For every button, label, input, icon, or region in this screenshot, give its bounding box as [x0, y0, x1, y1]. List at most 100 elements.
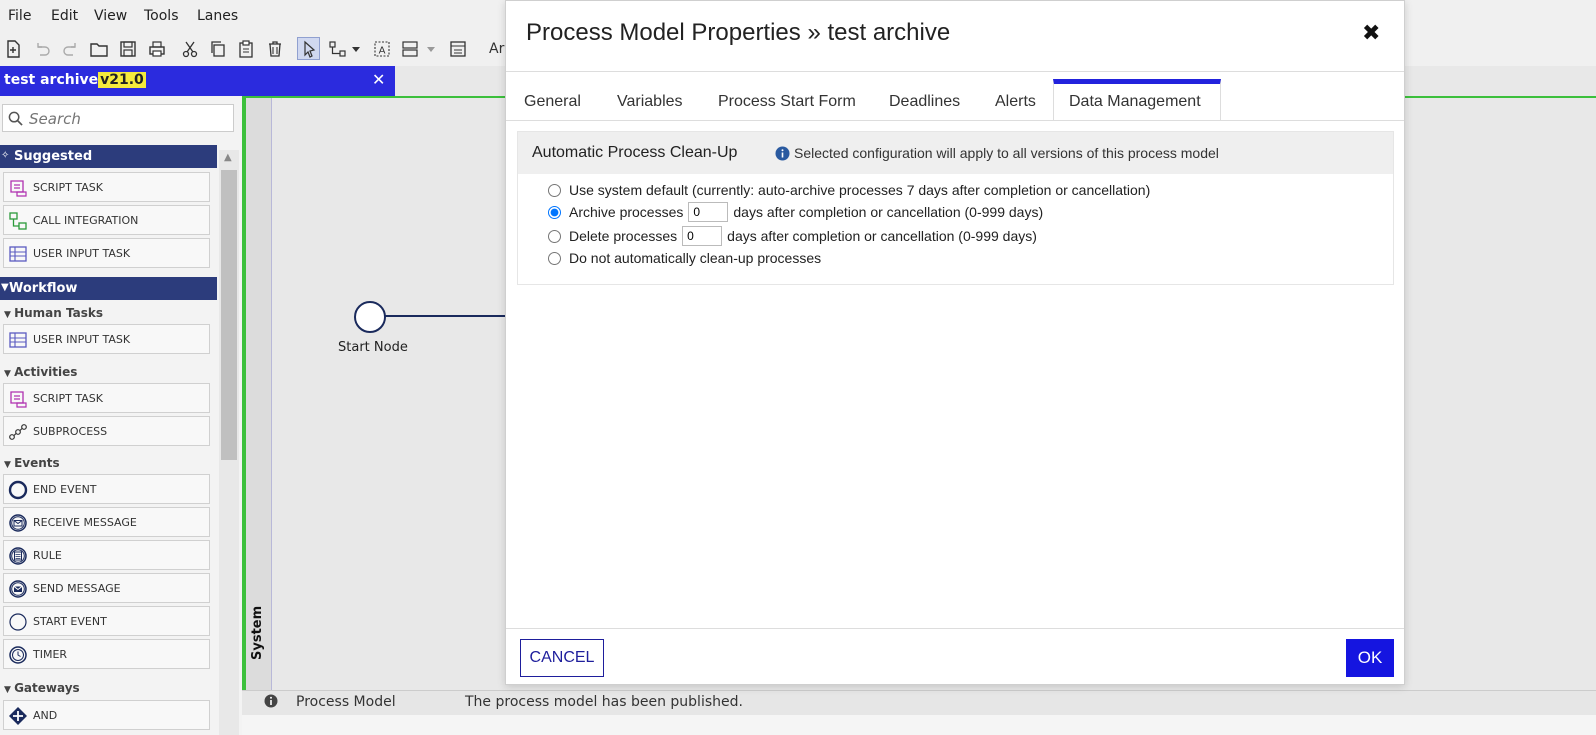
option-delete[interactable]: Delete processes days after completion o… [548, 226, 1037, 246]
ok-button[interactable]: OK [1346, 639, 1394, 677]
palette-subsection-activities[interactable]: ▼ Activities [4, 365, 77, 379]
chevron-down-icon: ▼ [4, 460, 15, 470]
svg-text:A: A [379, 46, 386, 57]
info-icon [775, 146, 790, 161]
option-system-default[interactable]: Use system default (currently: auto-arch… [548, 182, 1150, 198]
sequence-flow[interactable] [385, 315, 505, 317]
lane-header[interactable] [246, 98, 272, 690]
text-annotation-icon[interactable]: A [372, 39, 392, 59]
menu-view[interactable]: View [94, 8, 127, 24]
start-event-icon [8, 612, 28, 632]
subprocess-icon [8, 422, 28, 442]
lanes-icon[interactable] [401, 39, 439, 59]
search-icon [8, 111, 23, 126]
palette-item-call-integration[interactable]: CALL INTEGRATION [3, 205, 210, 235]
cancel-button[interactable]: CANCEL [520, 639, 604, 677]
menu-edit[interactable]: Edit [51, 8, 78, 24]
palette-item-receive-message[interactable]: RECEIVE MESSAGE [3, 507, 210, 537]
and-gateway-icon [8, 706, 28, 726]
open-folder-icon[interactable] [89, 39, 109, 59]
info-icon [264, 694, 278, 708]
properties-icon[interactable] [448, 39, 468, 59]
script-task-icon [8, 178, 28, 198]
radio-delete[interactable] [548, 229, 561, 243]
menu-lanes[interactable]: Lanes [197, 8, 238, 24]
palette-subsection-events[interactable]: ▼ Events [4, 456, 60, 470]
archive-days-input[interactable] [688, 202, 729, 222]
tab-general[interactable]: General [524, 93, 581, 111]
section-title: Automatic Process Clean-Up [532, 144, 738, 161]
option-no-cleanup[interactable]: Do not automatically clean-up processes [548, 250, 821, 266]
document-tab[interactable]: test archive v21.0 ✕ [0, 66, 395, 96]
call-integration-icon [8, 211, 28, 231]
toolbar-truncated-label: Ar [489, 41, 505, 57]
close-icon[interactable]: ✖ [1362, 21, 1380, 46]
script-task-icon [8, 389, 28, 409]
palette-item-user-input-task[interactable]: USER INPUT TASK [3, 238, 210, 268]
tab-alerts[interactable]: Alerts [995, 93, 1036, 111]
palette-item-script-task[interactable]: SCRIPT TASK [3, 383, 210, 413]
process-model-properties-dialog: Process Model Properties » test archive … [505, 0, 1405, 685]
palette-item-and-gateway[interactable]: AND [3, 700, 210, 730]
new-icon[interactable] [3, 39, 23, 59]
palette-section-workflow[interactable]: ▼ Workflow [0, 277, 217, 300]
copy-icon[interactable] [208, 39, 228, 59]
footer-divider [506, 628, 1404, 629]
radio-no-cleanup[interactable] [548, 251, 561, 265]
palette-item-end-event[interactable]: END EVENT [3, 474, 210, 504]
radio-archive[interactable] [548, 205, 561, 219]
palette-item-timer[interactable]: TIMER [3, 639, 210, 669]
palette-item-send-message[interactable]: SEND MESSAGE [3, 573, 210, 603]
chevron-down-icon: ▼ [4, 369, 15, 379]
search-input[interactable] [27, 108, 231, 130]
sparkle-icon: ✧ [1, 150, 10, 161]
scrollbar-thumb[interactable] [221, 170, 237, 460]
cut-icon[interactable] [180, 39, 200, 59]
palette-section-suggested[interactable]: ✧ Suggested [0, 145, 217, 168]
receive-message-icon [8, 513, 28, 533]
save-icon[interactable] [118, 39, 138, 59]
palette-search[interactable] [2, 104, 234, 132]
tab-deadlines[interactable]: Deadlines [889, 93, 960, 111]
delete-days-input[interactable] [682, 226, 723, 246]
user-input-task-icon [8, 244, 28, 264]
menu-tools[interactable]: Tools [144, 8, 179, 24]
user-input-task-icon [8, 330, 28, 350]
section-note: Selected configuration will apply to all… [794, 145, 1219, 161]
start-node[interactable] [354, 301, 386, 333]
scroll-up-icon[interactable]: ▲ [224, 152, 232, 163]
palette-item-rule[interactable]: RULE [3, 540, 210, 570]
document-tab-title: test archive v21.0 [4, 72, 146, 88]
rule-icon [8, 546, 28, 566]
palette-subsection-gateways[interactable]: ▼ Gateways [4, 681, 80, 695]
redo-icon[interactable] [61, 39, 81, 59]
select-pointer-icon[interactable] [297, 37, 320, 60]
timer-icon [8, 645, 28, 665]
palette-subsection-human-tasks[interactable]: ▼ Human Tasks [4, 306, 103, 320]
tab-data-management[interactable]: Data Management [1069, 93, 1201, 111]
auto-cleanup-section: Automatic Process Clean-Up Selected conf… [517, 131, 1394, 285]
tab-process-start-form[interactable]: Process Start Form [718, 93, 856, 111]
connector-icon[interactable] [328, 39, 362, 59]
menu-file[interactable]: File [8, 8, 31, 24]
palette-item-subprocess[interactable]: SUBPROCESS [3, 416, 210, 446]
radio-system-default[interactable] [548, 183, 561, 197]
start-node-label: Start Node [338, 340, 408, 355]
dialog-title: Process Model Properties » test archive [526, 19, 951, 46]
palette-item-script-task[interactable]: SCRIPT TASK [3, 172, 210, 202]
palette-item-start-event[interactable]: START EVENT [3, 606, 210, 636]
status-label: Process Model [296, 694, 396, 710]
paste-icon[interactable] [236, 39, 256, 59]
option-archive[interactable]: Archive processes days after completion … [548, 202, 1043, 222]
print-icon[interactable] [147, 39, 167, 59]
palette-item-user-input-task[interactable]: USER INPUT TASK [3, 324, 210, 354]
delete-icon[interactable] [265, 39, 285, 59]
undo-icon[interactable] [32, 39, 52, 59]
send-message-icon [8, 579, 28, 599]
close-tab-icon[interactable]: ✕ [372, 70, 385, 89]
version-badge: v21.0 [98, 72, 146, 88]
tab-variables[interactable]: Variables [617, 93, 683, 111]
palette-scrollbar[interactable]: ▲ [219, 150, 239, 735]
title-divider [506, 71, 1404, 72]
lane-label: System [250, 605, 265, 660]
